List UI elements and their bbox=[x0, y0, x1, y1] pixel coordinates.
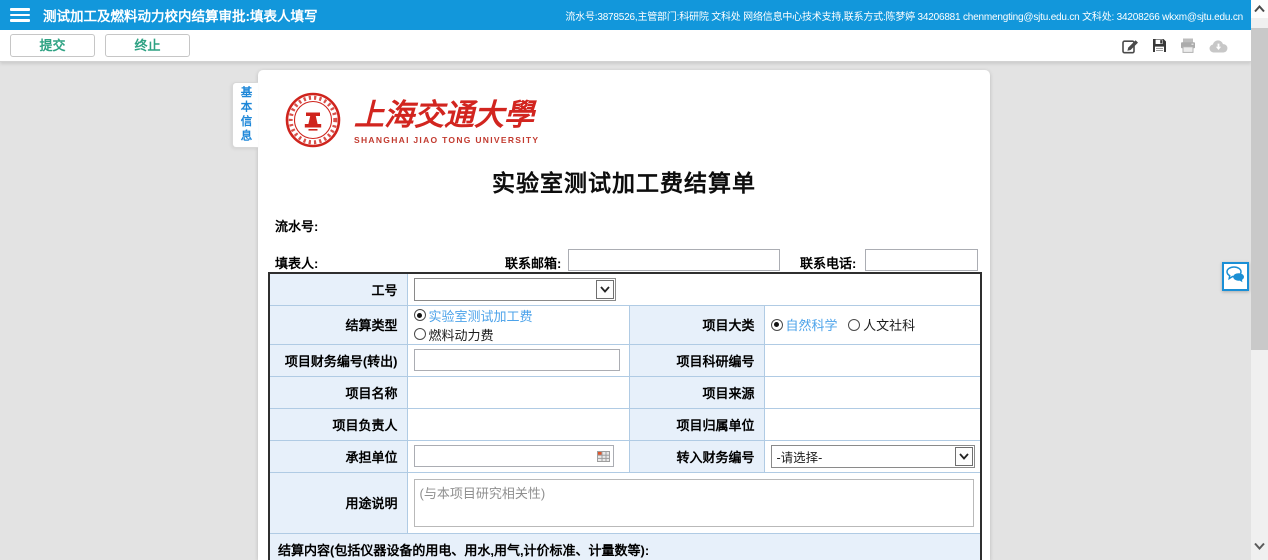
table-row: 项目负责人 项目归属单位 bbox=[269, 408, 981, 440]
workflow-title: 测试加工及燃料动力校内结算审批:填表人填写 bbox=[43, 5, 318, 25]
lookup-grid-icon[interactable] bbox=[597, 450, 610, 465]
project-class-label: 项目大类 bbox=[629, 305, 764, 344]
menu-icon[interactable] bbox=[10, 5, 30, 25]
undertake-unit-field[interactable] bbox=[414, 445, 614, 467]
university-logo: 上海交通大學 SHANGHAI JIAO TONG UNIVERSITY bbox=[285, 92, 539, 153]
vertical-scrollbar bbox=[1251, 0, 1268, 560]
sjtu-seal-icon bbox=[285, 92, 341, 153]
project-owner-unit-label: 项目归属单位 bbox=[629, 408, 764, 440]
radio-unselected-icon bbox=[414, 328, 426, 340]
terminate-button[interactable]: 终止 bbox=[105, 34, 190, 57]
table-row: 结算内容(包括仪器设备的用电、用水,用气,计价标准、计量数等): bbox=[269, 533, 981, 560]
email-field[interactable] bbox=[568, 249, 780, 271]
serial-number-label: 流水号: bbox=[275, 216, 318, 235]
settle-type-label: 结算类型 bbox=[269, 305, 407, 344]
radio-settle-type-lab-fee[interactable]: 实验室测试加工费 bbox=[414, 306, 533, 325]
chevron-down-icon bbox=[596, 280, 614, 299]
project-source-label: 项目来源 bbox=[629, 376, 764, 408]
project-name-value bbox=[407, 376, 629, 408]
form-title: 实验室测试加工费结算单 bbox=[258, 164, 990, 198]
chat-button[interactable] bbox=[1222, 262, 1249, 291]
undertake-unit-cell bbox=[407, 440, 629, 472]
project-source-value bbox=[764, 376, 981, 408]
tab-basic-info-label: 基本信息 bbox=[238, 86, 254, 144]
edit-icon[interactable] bbox=[1122, 38, 1139, 54]
table-row: 承担单位 转入财务编号 bbox=[269, 440, 981, 472]
settle-type-cell: 实验室测试加工费 燃料动力费 bbox=[407, 305, 629, 344]
tab-basic-info[interactable]: 基本信息 bbox=[232, 82, 258, 148]
university-name-en: SHANGHAI JIAO TONG UNIVERSITY bbox=[354, 135, 539, 145]
project-owner-unit-value bbox=[764, 408, 981, 440]
table-row: 项目财务编号(转出) 项目科研编号 bbox=[269, 344, 981, 376]
research-no-label: 项目科研编号 bbox=[629, 344, 764, 376]
scroll-down-arrow-icon[interactable] bbox=[1251, 537, 1268, 555]
form-page: 上海交通大學 SHANGHAI JIAO TONG UNIVERSITY 实验室… bbox=[258, 70, 990, 560]
transfer-no-in-select-value: -请选择- bbox=[772, 447, 823, 466]
phone-field[interactable] bbox=[865, 249, 978, 271]
usage-label: 用途说明 bbox=[269, 472, 407, 533]
finance-no-out-cell bbox=[407, 344, 629, 376]
job-no-label: 工号 bbox=[269, 273, 407, 305]
job-no-select[interactable] bbox=[414, 278, 616, 301]
project-class-cell: 自然科学 人文社科 bbox=[764, 305, 981, 344]
project-leader-label: 项目负责人 bbox=[269, 408, 407, 440]
phone-label: 联系电话: bbox=[800, 253, 856, 272]
job-no-cell bbox=[407, 273, 981, 305]
scrollbar-thumb[interactable] bbox=[1251, 28, 1268, 350]
finance-no-out-field[interactable] bbox=[414, 349, 620, 371]
finance-no-out-label: 项目财务编号(转出) bbox=[269, 344, 407, 376]
table-row: 结算类型 实验室测试加工费 燃料动力费 项目大类 自然科学 bbox=[269, 305, 981, 344]
filler-label: 填表人: bbox=[275, 253, 318, 272]
university-name: 上海交通大學 SHANGHAI JIAO TONG UNIVERSITY bbox=[354, 101, 539, 145]
radio-settle-type-fuel-fee[interactable]: 燃料动力费 bbox=[414, 325, 494, 344]
research-no-value bbox=[764, 344, 981, 376]
toolbar-icons bbox=[1122, 38, 1228, 54]
cloud-download-icon[interactable] bbox=[1209, 39, 1228, 53]
submit-button[interactable]: 提交 bbox=[10, 34, 95, 57]
chat-bubbles-icon bbox=[1226, 266, 1245, 288]
project-leader-value bbox=[407, 408, 629, 440]
transfer-no-in-label: 转入财务编号 bbox=[629, 440, 764, 472]
radio-unselected-icon bbox=[848, 319, 860, 331]
university-name-cn: 上海交通大學 bbox=[354, 101, 539, 131]
table-row: 用途说明 bbox=[269, 472, 981, 533]
workflow-contact-info: 流水号:3878526,主管部门:科研院 文科处 网络信息中心技术支持,联系方式… bbox=[565, 8, 1251, 23]
scroll-up-arrow-icon[interactable] bbox=[1251, 0, 1268, 18]
contact-row: 填表人: 联系邮箱: 联系电话: bbox=[275, 249, 981, 273]
email-label: 联系邮箱: bbox=[505, 253, 561, 272]
undertake-unit-label: 承担单位 bbox=[269, 440, 407, 472]
radio-project-class-science[interactable]: 自然科学 bbox=[771, 315, 838, 334]
usage-textarea[interactable] bbox=[414, 479, 974, 527]
transfer-no-in-cell: -请选择- bbox=[764, 440, 981, 472]
table-row: 工号 bbox=[269, 273, 981, 305]
print-icon[interactable] bbox=[1180, 38, 1196, 53]
settle-content-header: 结算内容(包括仪器设备的用电、用水,用气,计价标准、计量数等): bbox=[269, 533, 981, 560]
table-row: 项目名称 项目来源 bbox=[269, 376, 981, 408]
radio-selected-icon bbox=[771, 319, 783, 331]
chevron-down-icon bbox=[955, 447, 973, 466]
transfer-no-in-select[interactable]: -请选择- bbox=[771, 445, 975, 468]
project-name-label: 项目名称 bbox=[269, 376, 407, 408]
save-icon[interactable] bbox=[1152, 38, 1167, 53]
settlement-form-table: 工号 结算类型 实验室测试加工费 燃料动力费 bbox=[268, 272, 982, 560]
action-toolbar: 提交 终止 bbox=[0, 30, 1251, 62]
usage-cell bbox=[407, 472, 981, 533]
radio-selected-icon bbox=[414, 309, 426, 321]
radio-project-class-humanities[interactable]: 人文社科 bbox=[848, 315, 915, 334]
top-app-bar: 测试加工及燃料动力校内结算审批:填表人填写 流水号:3878526,主管部门:科… bbox=[0, 0, 1251, 30]
